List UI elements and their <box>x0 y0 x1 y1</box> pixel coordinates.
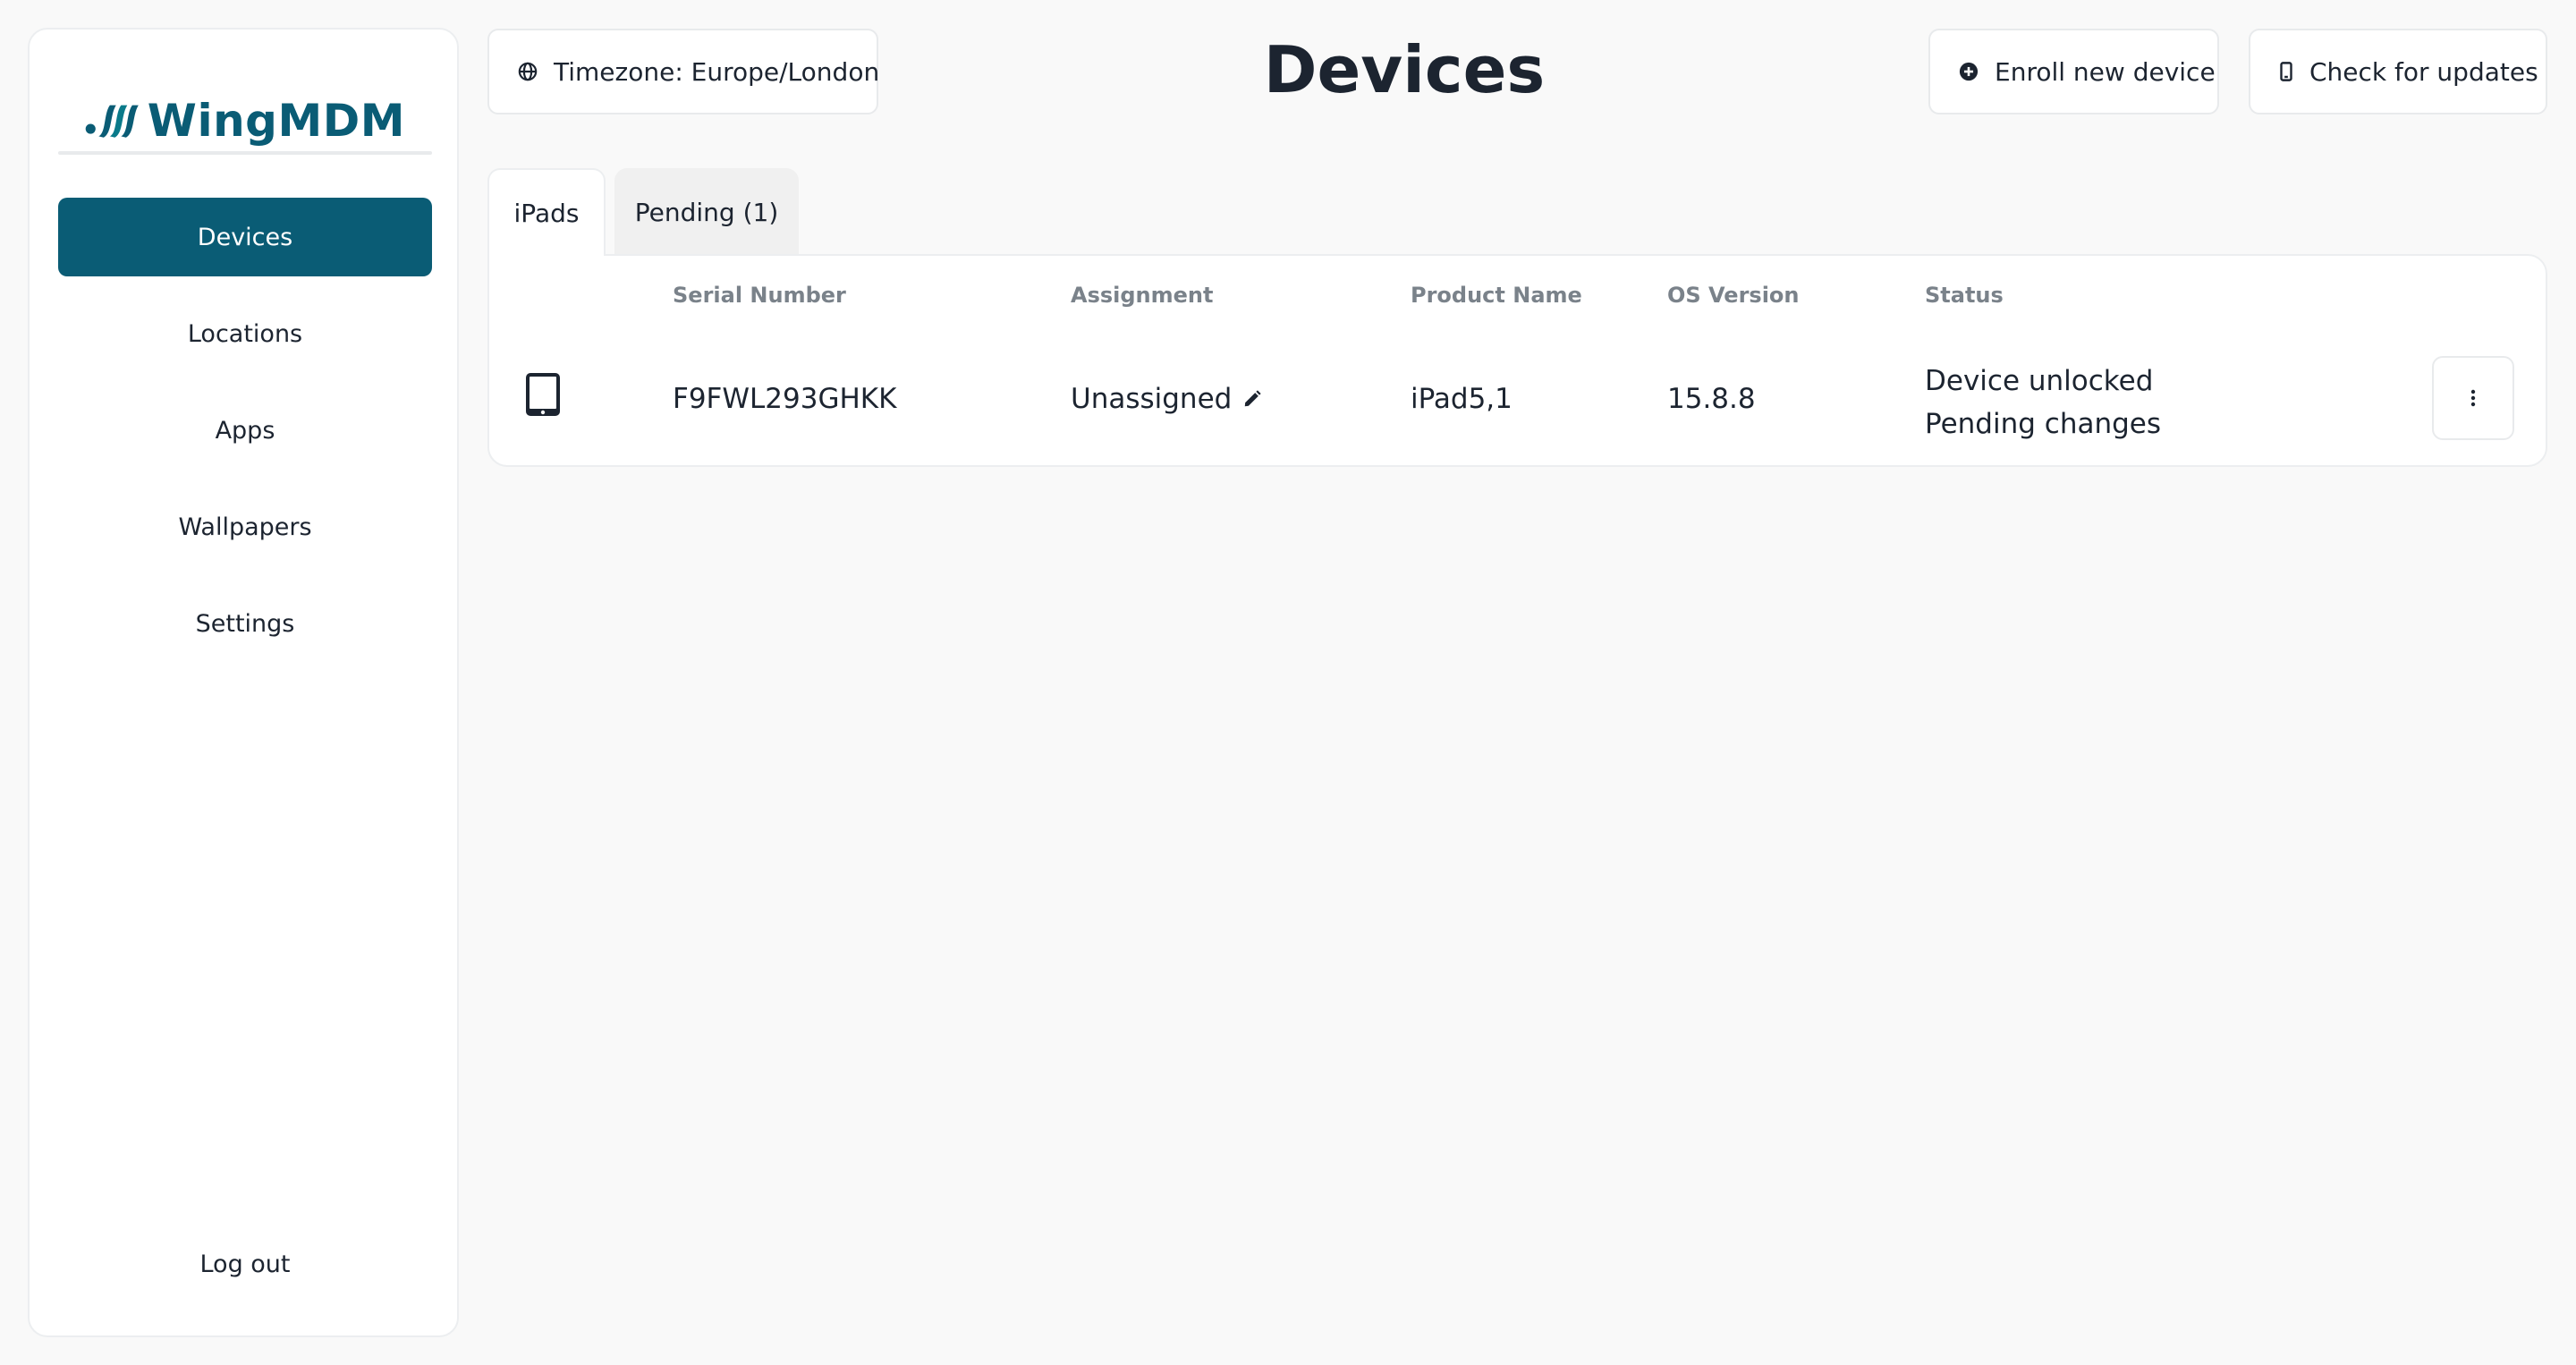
sidebar-item-locations[interactable]: Locations <box>58 294 432 373</box>
column-header-assignment: Assignment <box>1071 283 1214 308</box>
sidebar-item-wallpapers[interactable]: Wallpapers <box>58 488 432 566</box>
timezone-button[interactable]: Timezone: Europe/London <box>487 29 880 114</box>
brand-name: WingMDM <box>147 95 405 147</box>
os-version: 15.8.8 <box>1667 383 1756 415</box>
assignment-cell: Unassigned <box>1071 383 1262 415</box>
enroll-device-label: Enroll new device <box>1995 56 2216 87</box>
status-line-unlocked: Device unlocked <box>1925 365 2154 397</box>
check-updates-label: Check for updates <box>2309 56 2538 87</box>
logo-divider <box>58 151 432 155</box>
page-title: Devices <box>1263 32 1546 107</box>
phone-icon <box>2279 61 2293 82</box>
timezone-label: Timezone: Europe/London <box>554 56 880 87</box>
product-name: iPad5,1 <box>1411 383 1513 415</box>
tablet-icon <box>526 373 560 416</box>
tab-pending[interactable]: Pending (1) <box>614 168 799 256</box>
status-line-pending: Pending changes <box>1925 408 2162 440</box>
brand-logo[interactable]: WingMDM <box>85 67 405 174</box>
check-updates-button[interactable]: Check for updates <box>2249 29 2547 114</box>
device-tabs: iPads Pending (1) <box>487 168 799 256</box>
globe-icon <box>518 61 538 82</box>
sidebar-nav: Devices Locations Apps Wallpapers Settin… <box>58 198 432 681</box>
row-menu-button[interactable] <box>2432 356 2514 440</box>
serial-number: F9FWL293GHKK <box>673 383 897 415</box>
devices-table: Serial Number Assignment Product Name OS… <box>487 254 2547 467</box>
sidebar-item-settings[interactable]: Settings <box>58 584 432 663</box>
more-vertical-icon <box>2470 389 2476 407</box>
enroll-device-button[interactable]: Enroll new device <box>1928 29 2219 114</box>
logout-button[interactable]: Log out <box>58 1228 432 1300</box>
tab-ipads[interactable]: iPads <box>487 168 606 256</box>
status-cell: Device unlocked Pending changes <box>1925 360 2161 445</box>
wing-logo-icon <box>85 105 139 138</box>
column-header-product: Product Name <box>1411 283 1582 308</box>
column-header-status: Status <box>1925 283 2004 308</box>
sidebar-item-apps[interactable]: Apps <box>58 391 432 470</box>
column-header-serial: Serial Number <box>673 283 846 308</box>
pencil-icon[interactable] <box>1242 389 1262 409</box>
assignment-value: Unassigned <box>1071 383 1233 415</box>
sidebar-item-devices[interactable]: Devices <box>58 198 432 276</box>
plus-circle-icon <box>1959 61 1979 82</box>
sidebar: WingMDM Devices Locations Apps Wallpaper… <box>28 28 459 1337</box>
column-header-os-version: OS Version <box>1667 283 1800 308</box>
